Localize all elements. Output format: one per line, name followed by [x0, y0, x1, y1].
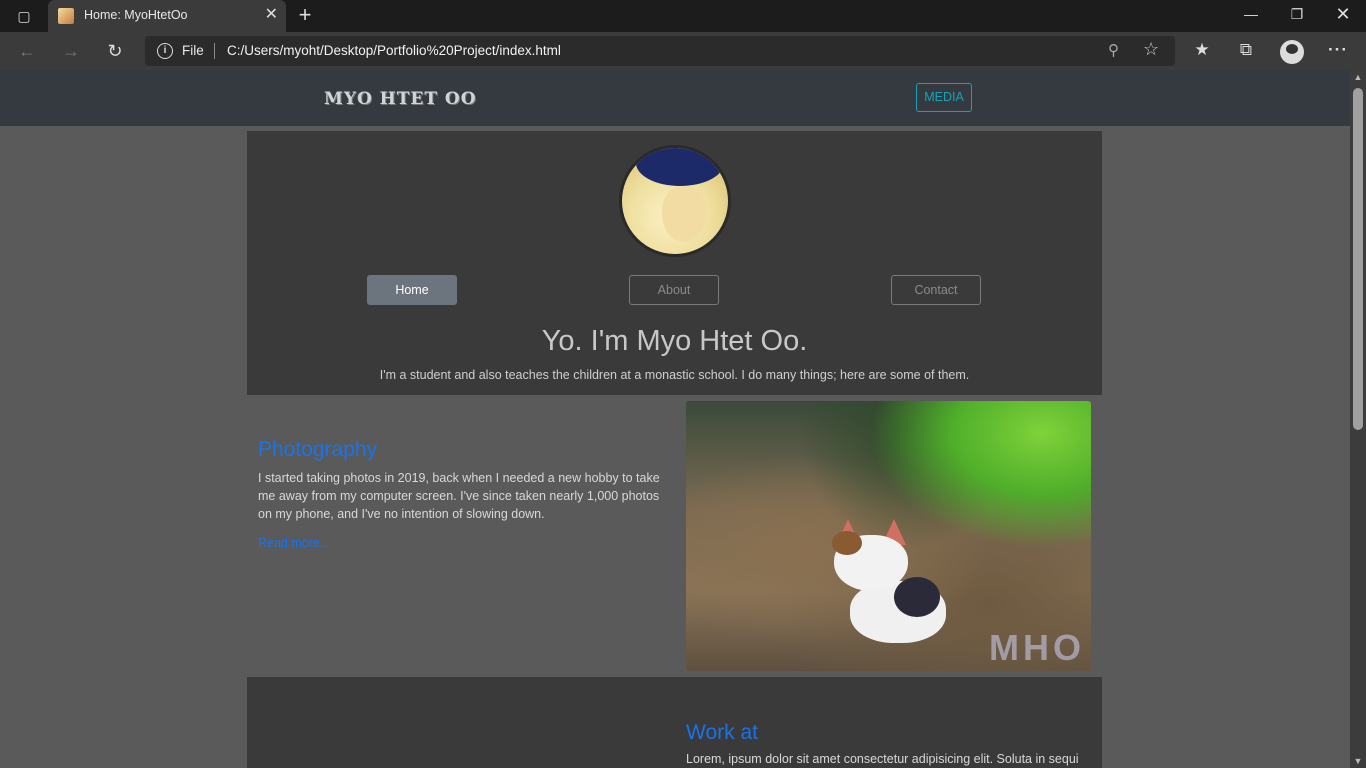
site-navbar: MYO HTET OO MEDIA — [0, 70, 1350, 126]
zoom-out-icon[interactable]: ⚲ — [1108, 41, 1119, 59]
address-toolbar: ← → ↻ i File C:/Users/myoht/Desktop/Port… — [0, 32, 1366, 70]
tab-favicon-icon — [58, 8, 74, 24]
hero-subtitle: I'm a student and also teaches the child… — [379, 368, 970, 382]
scroll-thumb[interactable] — [1353, 88, 1363, 430]
page-scrollbar[interactable]: ▲ ▼ — [1350, 70, 1366, 768]
work-title: Work at — [686, 721, 758, 744]
collections-icon[interactable]: ⧉ — [1234, 40, 1258, 60]
media-button[interactable]: MEDIA — [916, 83, 972, 112]
photography-section: Photography I started taking photos in 2… — [247, 395, 1102, 677]
home-button[interactable]: Home — [367, 275, 457, 305]
add-favorite-icon[interactable]: ☆ — [1143, 39, 1159, 60]
profile-avatar — [619, 145, 731, 257]
photo-watermark: MHO — [989, 627, 1085, 668]
page-viewport: MYO HTET OO MEDIA Home About Contact Yo.… — [0, 70, 1350, 768]
scheme-label: File — [182, 43, 204, 58]
work-text: Lorem, ipsum dolor sit amet consectetur … — [686, 752, 1079, 766]
window-close-icon[interactable]: ✕ — [1328, 4, 1358, 24]
scroll-up-icon[interactable]: ▲ — [1350, 72, 1366, 82]
hero-title: Yo. I'm Myo Htet Oo. — [541, 325, 808, 357]
minimize-icon[interactable]: — — [1236, 4, 1266, 24]
scroll-down-icon[interactable]: ▼ — [1350, 756, 1366, 766]
contact-button[interactable]: Contact — [891, 275, 981, 305]
more-icon[interactable]: ··· — [1326, 40, 1350, 60]
cat-patch — [832, 531, 862, 555]
back-arrow-icon[interactable]: ← — [14, 40, 40, 62]
photography-text: I started taking photos in 2019, back wh… — [258, 471, 660, 521]
divider — [214, 43, 215, 59]
hero-section: Home About Contact Yo. I'm Myo Htet Oo. … — [247, 131, 1102, 395]
profile-icon[interactable] — [1280, 40, 1304, 64]
address-bar[interactable]: i File C:/Users/myoht/Desktop/Portfolio%… — [145, 36, 1175, 66]
reload-icon[interactable]: ↻ — [102, 40, 128, 62]
cat-photo: MHO — [686, 401, 1091, 671]
about-button[interactable]: About — [629, 275, 719, 305]
tab-close-icon[interactable]: ✕ — [265, 6, 278, 24]
favorites-icon[interactable]: ★ — [1190, 40, 1214, 60]
read-more-link[interactable]: Read more.. — [258, 536, 327, 550]
site-brand[interactable]: MYO HTET OO — [324, 89, 477, 109]
cat-figure — [832, 519, 946, 649]
browser-tab-bar: ▢ Home: MyoHtetOo ✕ + — ❐ ✕ — [0, 0, 1366, 32]
browser-tab[interactable]: Home: MyoHtetOo ✕ — [48, 0, 286, 32]
restore-icon[interactable]: ❐ — [1282, 4, 1312, 24]
photography-title: Photography — [258, 438, 378, 461]
url-text[interactable]: C:/Users/myoht/Desktop/Portfolio%20Proje… — [227, 43, 561, 58]
info-icon[interactable]: i — [157, 43, 173, 59]
tab-actions-icon[interactable]: ▢ — [10, 6, 38, 26]
new-tab-icon[interactable]: + — [294, 4, 316, 26]
forward-arrow-icon[interactable]: → — [58, 40, 84, 62]
cat-spot — [894, 577, 940, 617]
work-section: Work at Lorem, ipsum dolor sit amet cons… — [247, 677, 1102, 768]
tab-title: Home: MyoHtetOo — [84, 8, 188, 22]
